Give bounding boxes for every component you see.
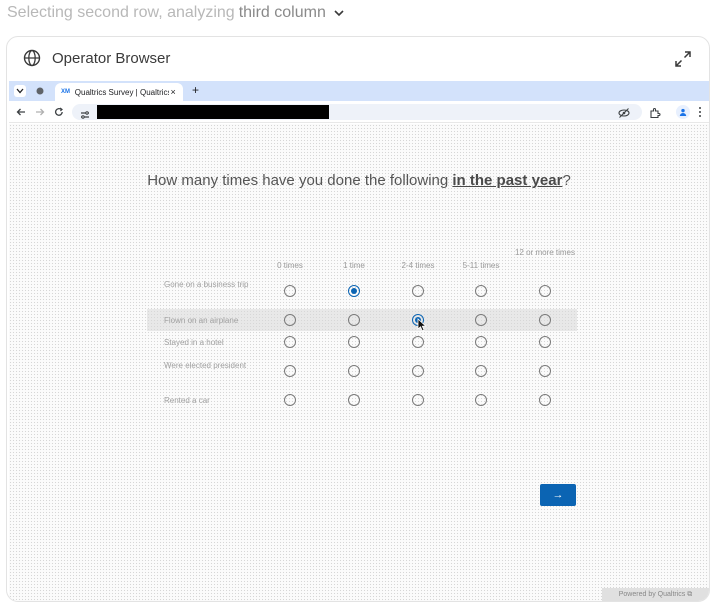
column-header: 2-4 times bbox=[401, 261, 435, 270]
radio-option[interactable] bbox=[348, 336, 360, 348]
redacted-url bbox=[97, 105, 329, 119]
more-menu-icon[interactable] bbox=[695, 105, 705, 119]
browser-toolbar bbox=[9, 101, 709, 123]
radio-option[interactable] bbox=[284, 336, 296, 348]
forward-arrow-icon[interactable] bbox=[33, 105, 47, 119]
radio-option[interactable] bbox=[284, 394, 296, 406]
column-header: 1 time bbox=[343, 261, 365, 270]
eye-off-icon[interactable] bbox=[618, 106, 630, 118]
radio-option[interactable] bbox=[348, 394, 360, 406]
row-label: Were elected president bbox=[164, 361, 247, 370]
status-highlight: third column bbox=[238, 4, 326, 21]
tab-list-icon[interactable] bbox=[14, 85, 26, 97]
tab-title: Qualtrics Survey | Qualtrics bbox=[74, 87, 170, 97]
row-label: Gone on a business trip bbox=[164, 280, 249, 289]
status-text: Selecting second row, analyzing bbox=[7, 4, 235, 21]
address-bar[interactable] bbox=[72, 104, 642, 120]
column-header: 0 times bbox=[277, 261, 303, 270]
radio-option[interactable] bbox=[284, 365, 296, 377]
radio-option[interactable] bbox=[475, 336, 487, 348]
reload-icon[interactable] bbox=[52, 105, 66, 119]
row-label: Flown on an airplane bbox=[164, 316, 239, 325]
column-header: 12 or more times bbox=[514, 248, 576, 257]
globe-icon bbox=[23, 49, 41, 67]
radio-option[interactable] bbox=[539, 394, 551, 406]
panel-header: Operator Browser bbox=[7, 37, 709, 81]
radio-option[interactable] bbox=[412, 285, 424, 297]
survey-page: How many times have you done the followi… bbox=[9, 124, 709, 601]
tab-group-icon[interactable] bbox=[34, 85, 46, 97]
radio-option[interactable] bbox=[284, 314, 296, 326]
radio-option[interactable] bbox=[539, 365, 551, 377]
row-label: Rented a car bbox=[164, 396, 210, 405]
chevron-down-icon[interactable] bbox=[332, 6, 346, 20]
survey-matrix: 0 times 1 time 2-4 times 5-11 times 12 or mo… bbox=[9, 124, 709, 601]
browser-tabstrip: XM Qualtrics Survey | Qualtrics × + bbox=[9, 81, 709, 101]
radio-option[interactable] bbox=[348, 365, 360, 377]
radio-option[interactable] bbox=[412, 336, 424, 348]
back-arrow-icon[interactable] bbox=[14, 105, 28, 119]
radio-option[interactable] bbox=[412, 365, 424, 377]
radio-option[interactable] bbox=[348, 285, 360, 297]
tab-qualtrics-survey[interactable]: XM Qualtrics Survey | Qualtrics × bbox=[55, 83, 183, 101]
site-info-icon[interactable] bbox=[80, 107, 90, 119]
row-label: Stayed in a hotel bbox=[164, 338, 224, 347]
radio-option[interactable] bbox=[348, 314, 360, 326]
radio-option[interactable] bbox=[475, 285, 487, 297]
panel-title: Operator Browser bbox=[52, 50, 171, 67]
column-header: 5-11 times bbox=[462, 261, 500, 270]
extensions-icon[interactable] bbox=[649, 106, 661, 119]
radio-option[interactable] bbox=[539, 336, 551, 348]
expand-icon[interactable] bbox=[674, 50, 692, 68]
next-button[interactable]: → bbox=[540, 484, 576, 506]
radio-option[interactable] bbox=[284, 285, 296, 297]
radio-option[interactable] bbox=[539, 314, 551, 326]
close-tab-icon[interactable]: × bbox=[169, 87, 177, 97]
profile-avatar-icon[interactable] bbox=[676, 105, 690, 119]
radio-option[interactable] bbox=[475, 394, 487, 406]
operator-browser-panel: Operator Browser XM Qualtrics Survey | Q… bbox=[6, 36, 710, 602]
radio-option[interactable] bbox=[539, 285, 551, 297]
radio-option[interactable] bbox=[475, 314, 487, 326]
mouse-cursor-icon bbox=[417, 318, 427, 332]
agent-status: Selecting second row, analyzing third co… bbox=[7, 3, 346, 23]
radio-option[interactable] bbox=[475, 365, 487, 377]
powered-by-qualtrics-link[interactable]: Powered by Qualtrics ⧉ bbox=[602, 588, 709, 601]
qualtrics-favicon-icon: XM bbox=[61, 89, 70, 95]
radio-option[interactable] bbox=[412, 394, 424, 406]
new-tab-button[interactable]: + bbox=[192, 83, 199, 97]
